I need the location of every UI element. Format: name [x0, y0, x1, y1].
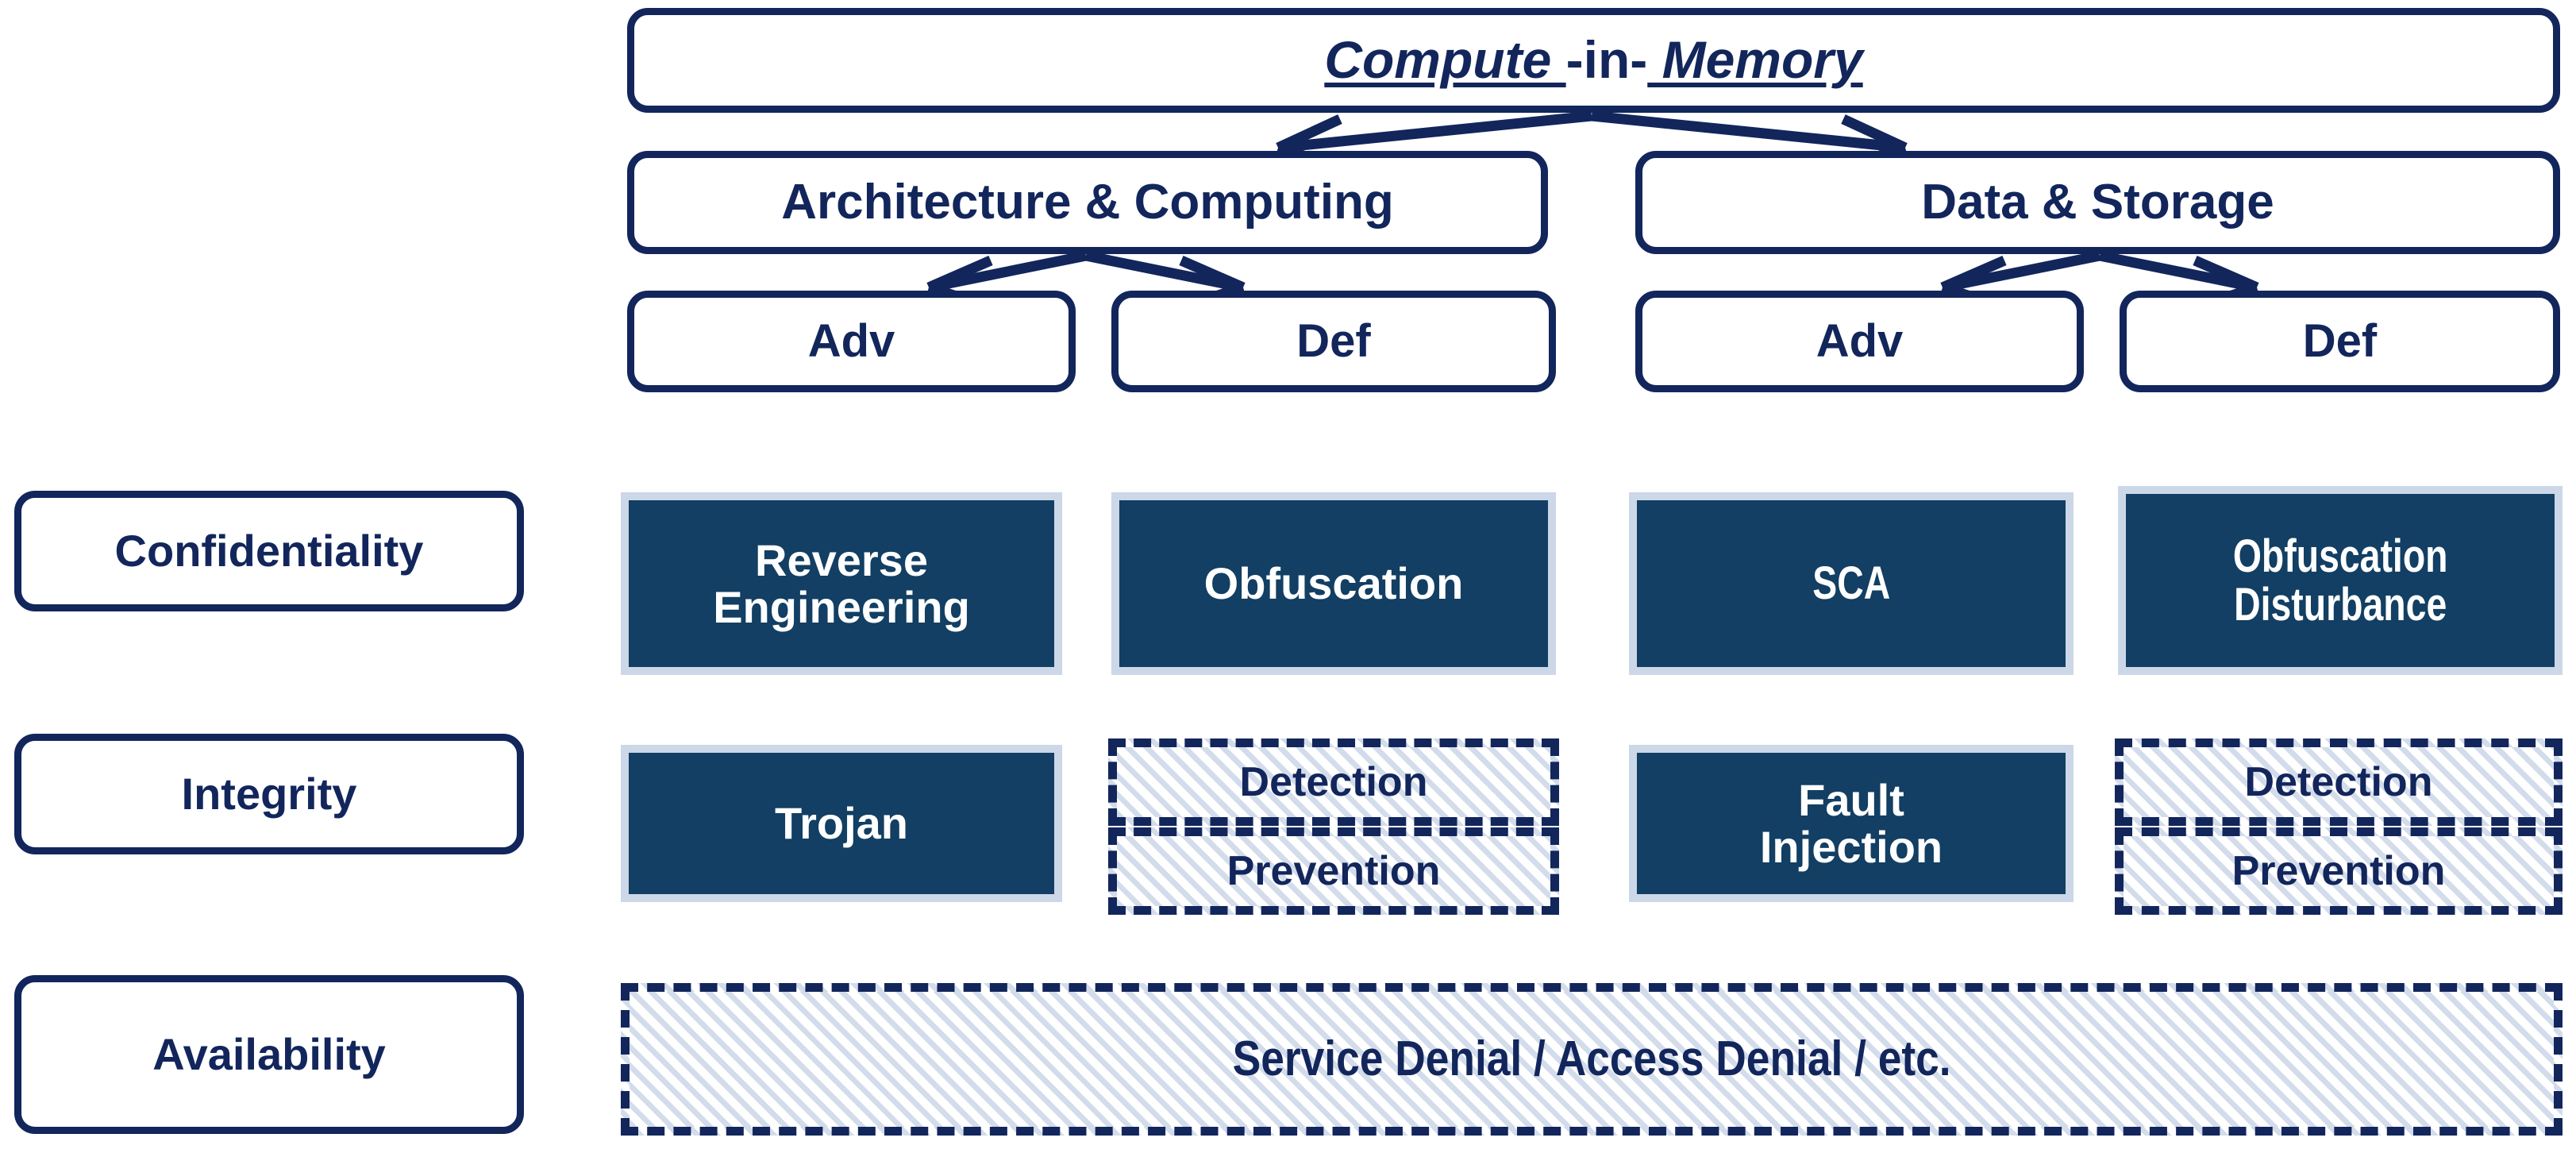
level3-def-architecture-label: Def	[1296, 315, 1371, 368]
level3-adv-architecture-box: Adv	[627, 291, 1076, 392]
cell-integrity-def-data-detection: Detection	[2115, 738, 2563, 826]
level2-architecture-computing-label: Architecture & Computing	[781, 175, 1394, 230]
cell-line-1: Reverse	[755, 534, 928, 585]
cell-confidentiality-adv-data-text: SCA	[1803, 557, 1900, 610]
cell-integrity-def-architecture-detection: Detection	[1108, 738, 1559, 826]
level3-adv-architecture-label: Adv	[807, 315, 895, 368]
level3-def-data-box: Def	[2120, 291, 2560, 392]
cell-integrity-adv-architecture-text: Trojan	[774, 798, 909, 849]
cell-integrity-def-data-detection-text: Detection	[2244, 759, 2433, 805]
cell-confidentiality-def-architecture: Obfuscation	[1111, 492, 1556, 675]
title-compute: Compute	[1324, 30, 1566, 90]
cell-confidentiality-def-data: Obfuscation Disturbance	[2118, 486, 2563, 675]
cell-confidentiality-adv-architecture-text: Reverse Engineering	[713, 534, 970, 632]
level3-adv-data-box: Adv	[1635, 291, 2084, 392]
level2-data-storage-label: Data & Storage	[1921, 175, 2274, 230]
row-label-confidentiality-text: Confidentiality	[114, 526, 424, 576]
level3-adv-data-label: Adv	[1816, 315, 1904, 368]
row-label-integrity: Integrity	[14, 734, 524, 854]
cell-line-1: Obfuscation	[2232, 530, 2448, 582]
cell-integrity-def-architecture-prevention: Prevention	[1108, 827, 1559, 915]
cell-line-2: Injection	[1759, 822, 1943, 872]
cell-confidentiality-adv-data: SCA	[1629, 492, 2074, 675]
row-label-confidentiality: Confidentiality	[14, 491, 524, 611]
cell-availability-text: Service Denial / Access Denial / etc.	[1232, 1032, 1951, 1086]
cell-integrity-adv-architecture: Trojan	[621, 745, 1062, 902]
level3-def-architecture-box: Def	[1111, 291, 1556, 392]
cell-integrity-def-data-prevention-text: Prevention	[2231, 848, 2446, 894]
cell-confidentiality-def-data-text: Obfuscation Disturbance	[2206, 530, 2474, 630]
cell-line-1: Obfuscation	[1203, 558, 1464, 609]
cell-integrity-def-architecture-prevention-text: Prevention	[1226, 848, 1441, 894]
cell-line-2: Engineering	[713, 582, 970, 632]
title-box: Compute -in- Memory	[627, 8, 2560, 113]
cell-line-1: SCA	[1812, 557, 1890, 610]
level2-architecture-computing-box: Architecture & Computing	[627, 151, 1548, 254]
cell-integrity-adv-data: Fault Injection	[1629, 745, 2074, 902]
row-label-availability-text: Availability	[152, 1029, 386, 1080]
level3-def-data-label: Def	[2302, 315, 2378, 368]
cell-integrity-adv-data-text: Fault Injection	[1759, 774, 1943, 872]
cell-confidentiality-def-architecture-text: Obfuscation	[1204, 560, 1464, 607]
cell-integrity-def-data-prevention: Prevention	[2115, 827, 2563, 915]
row-label-integrity-text: Integrity	[181, 769, 357, 819]
cell-line-2: Disturbance	[2233, 579, 2447, 630]
cell-integrity-def-architecture-detection-text: Detection	[1239, 759, 1428, 805]
row-label-availability: Availability	[14, 975, 524, 1134]
cell-availability-full-width: Service Denial / Access Denial / etc.	[621, 983, 2563, 1136]
title-memory: Memory	[1647, 30, 1863, 90]
cell-line-1: Fault	[1798, 774, 1904, 825]
diagram-canvas: Compute -in- Memory Architecture & Compu…	[0, 0, 2576, 1153]
level2-data-storage-box: Data & Storage	[1635, 151, 2560, 254]
cell-line-1: Trojan	[774, 798, 909, 849]
title-in: -in-	[1565, 30, 1648, 90]
cell-confidentiality-adv-architecture: Reverse Engineering	[621, 492, 1062, 675]
title-text: Compute -in- Memory	[1324, 33, 1862, 87]
